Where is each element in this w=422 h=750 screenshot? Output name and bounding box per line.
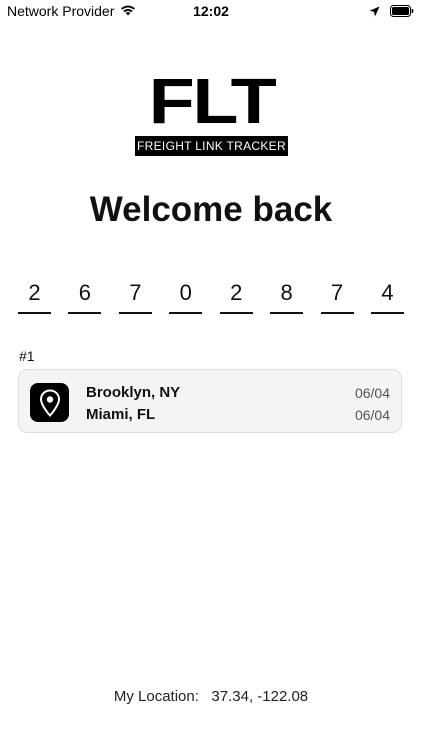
code-underline — [118, 312, 152, 314]
location-arrow-icon — [369, 4, 380, 20]
code-digit: 7 — [129, 280, 142, 305]
status-right — [369, 4, 414, 20]
battery-icon — [390, 4, 414, 20]
code-underline — [68, 312, 102, 314]
code-digit: 2 — [230, 280, 243, 305]
route-locations: Brooklyn, NY Miami, FL — [86, 382, 180, 426]
code-digit: 8 — [280, 280, 293, 305]
code-underline — [219, 312, 253, 314]
code-underline — [370, 312, 404, 314]
code-underline — [270, 312, 304, 314]
route-origin: Brooklyn, NY — [86, 384, 181, 401]
route-destination-date: 06/04 — [354, 407, 390, 423]
status-bar: Network Provider 12:02 — [0, 0, 422, 24]
map-pin-icon — [30, 383, 69, 422]
my-location: My Location: 37.34, -122.08 — [0, 688, 422, 705]
code-digit-cell[interactable]: 2 — [219, 278, 253, 314]
code-digit-cell[interactable]: 8 — [270, 278, 304, 314]
code-digit-cell[interactable]: 7 — [118, 278, 152, 314]
code-digit-cell[interactable]: 2 — [18, 278, 51, 314]
code-underline — [320, 312, 354, 314]
code-digit: 7 — [330, 280, 344, 305]
code-digit-cell[interactable]: 4 — [370, 278, 404, 314]
code-digit: 2 — [28, 280, 41, 305]
code-digit-cell[interactable]: 6 — [68, 278, 102, 314]
route-dates: 06/04 06/04 — [355, 382, 390, 426]
route-card[interactable]: Brooklyn, NY Miami, FL 06/04 06/04 — [18, 369, 402, 433]
status-time: 12:02 — [193, 3, 229, 19]
route-destination: Miami, FL — [86, 406, 156, 423]
code-digit-cell[interactable]: 0 — [169, 278, 203, 314]
code-underline — [169, 312, 203, 314]
code-digit: 6 — [78, 280, 92, 305]
my-location-label: My Location: — [113, 688, 199, 705]
logo-subtitle: FREIGHT LINK TRACKER — [135, 136, 288, 156]
page-title: Welcome back — [89, 190, 333, 229]
code-input-row[interactable]: 2 6 7 0 2 8 7 4 — [18, 278, 404, 314]
code-digit: 0 — [179, 280, 192, 305]
app-logo: FLT FREIGHT LINK TRACKER — [135, 69, 288, 156]
section-label: #1 — [19, 348, 35, 364]
route-origin-date: 06/04 — [354, 385, 390, 401]
code-digit-cell[interactable]: 7 — [320, 278, 354, 314]
my-location-value: 37.34, -122.08 — [211, 688, 309, 705]
code-digit: 4 — [381, 280, 394, 305]
code-underline — [18, 312, 51, 314]
logo-mark: FLT — [148, 65, 277, 137]
